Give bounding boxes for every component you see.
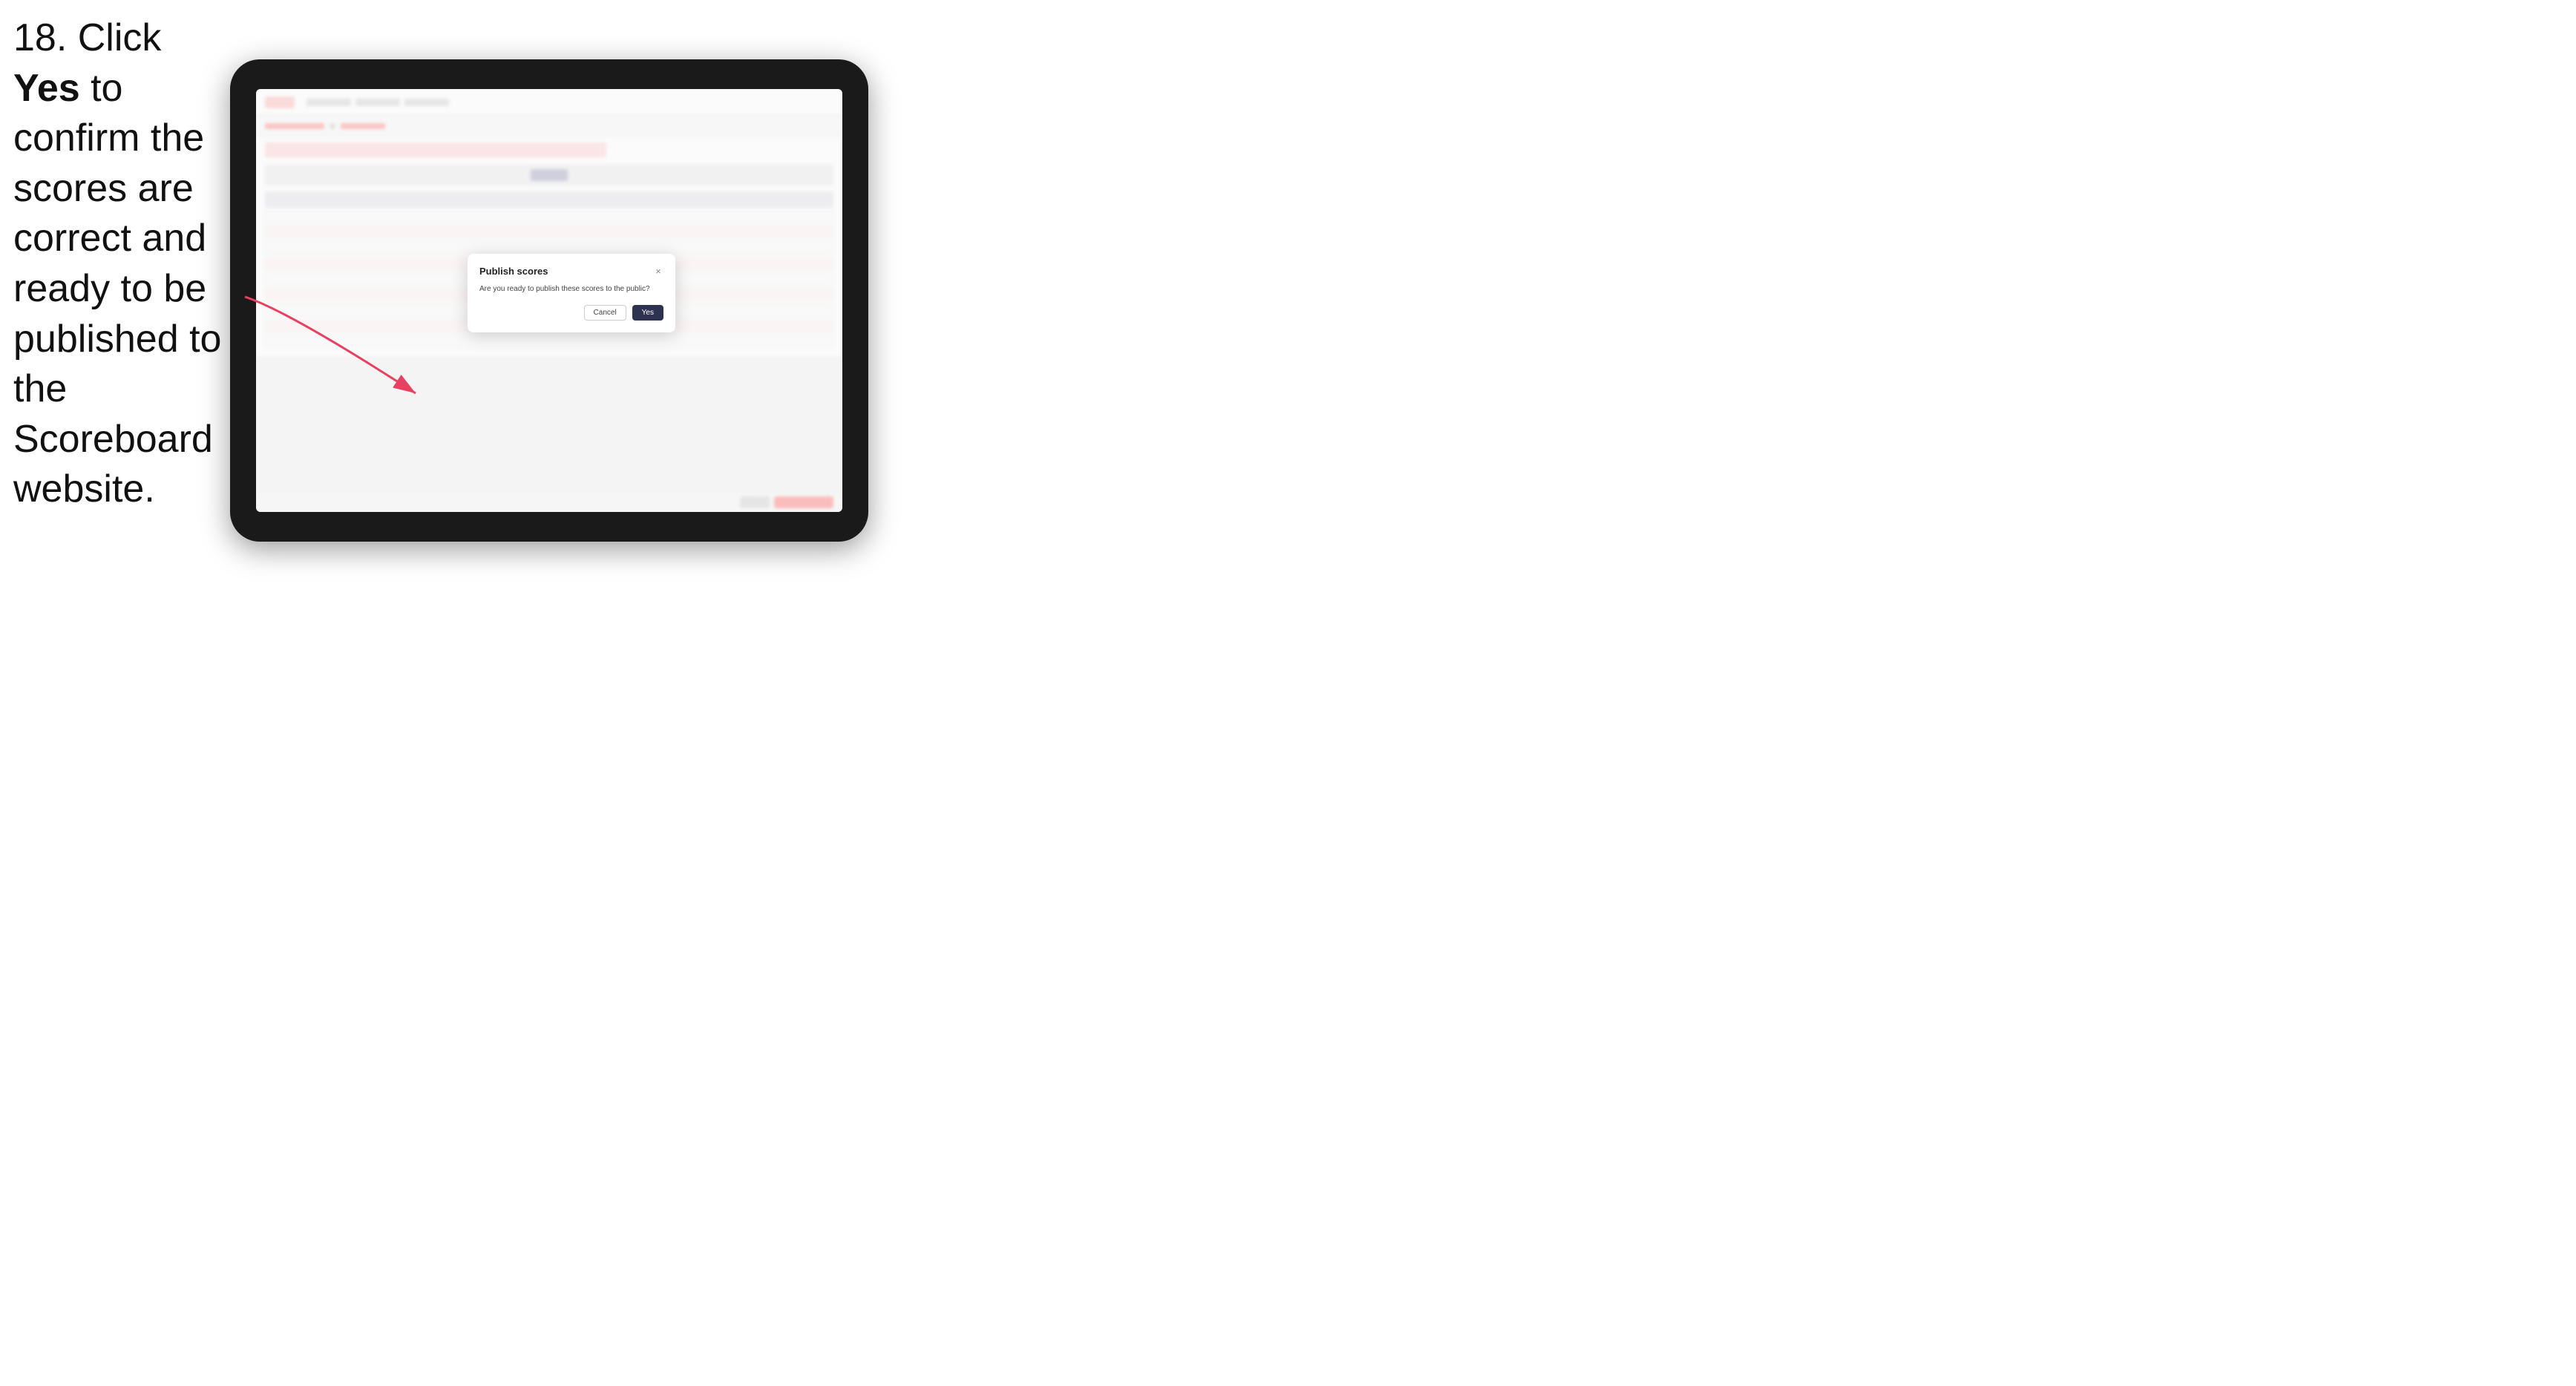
instruction-suffix: to confirm the scores are correct and re… — [13, 67, 221, 511]
cancel-button[interactable]: Cancel — [584, 305, 626, 321]
dialog-close-button[interactable]: × — [653, 266, 663, 277]
instruction-bold: Yes — [13, 67, 80, 110]
dialog-header: Publish scores × — [479, 266, 663, 277]
yes-button[interactable]: Yes — [632, 305, 663, 321]
tablet-screen: Publish scores × Are you ready to publis… — [256, 89, 842, 512]
dialog-overlay: Publish scores × Are you ready to publis… — [256, 89, 842, 512]
step-number: 18. — [13, 16, 67, 59]
dialog-footer: Cancel Yes — [479, 305, 663, 321]
publish-scores-dialog: Publish scores × Are you ready to publis… — [468, 254, 675, 332]
instruction-prefix: Click — [67, 16, 161, 59]
tablet-device: Publish scores × Are you ready to publis… — [230, 59, 868, 542]
dialog-title: Publish scores — [479, 266, 548, 277]
instruction-text: 18. Click Yes to confirm the scores are … — [13, 13, 236, 515]
dialog-message: Are you ready to publish these scores to… — [479, 284, 663, 295]
